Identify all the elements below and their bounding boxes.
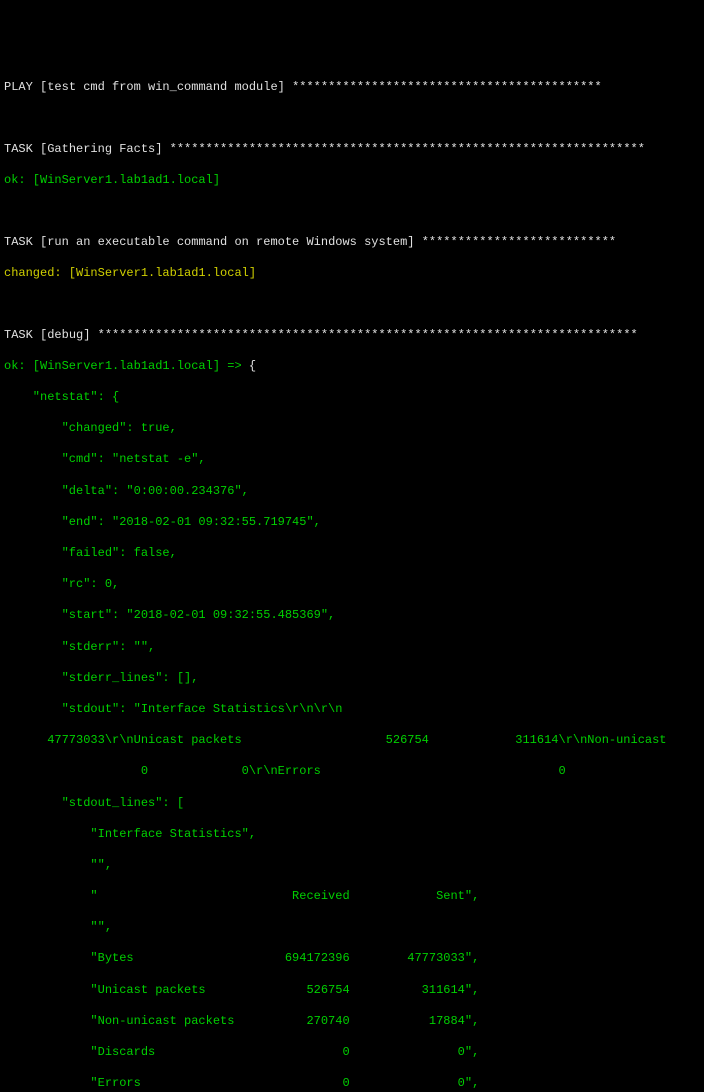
task-status-ok: ok: [WinServer1.lab1ad1.local] (4, 173, 700, 189)
stdout-line: "", (4, 858, 700, 874)
task-desc: [debug] (40, 328, 90, 342)
netstat-key: "netstat": { (4, 390, 700, 406)
json-line: "failed": false, (4, 546, 700, 562)
play-desc: [test cmd from win_command module] (40, 80, 285, 94)
stars: ****************************************… (292, 80, 602, 94)
json-line: 47773033\r\nUnicast packets 526754 31161… (4, 733, 700, 749)
stdout-line: "Non-unicast packets 270740 17884", (4, 1014, 700, 1030)
task-label: TASK (4, 142, 33, 156)
play-label: PLAY (4, 80, 33, 94)
json-line: "changed": true, (4, 421, 700, 437)
terminal-output: PLAY [test cmd from win_command module] … (4, 64, 700, 1092)
json-line: "stdout_lines": [ (4, 796, 700, 812)
json-line: "delta": "0:00:00.234376", (4, 484, 700, 500)
stars: ****************************************… (170, 142, 645, 156)
stdout-line: "Discards 0 0", (4, 1045, 700, 1061)
debug-status: ok: [WinServer1.lab1ad1.local] => (4, 359, 242, 373)
stdout-line: "Errors 0 0", (4, 1076, 700, 1092)
stdout-line: "Interface Statistics", (4, 827, 700, 843)
stars: *************************** (422, 235, 616, 249)
json-line: "end": "2018-02-01 09:32:55.719745", (4, 515, 700, 531)
json-line: "rc": 0, (4, 577, 700, 593)
json-line: "stderr": "", (4, 640, 700, 656)
json-line: 0 0\r\nErrors 0 (4, 764, 700, 780)
task-desc: [run an executable command on remote Win… (40, 235, 414, 249)
json-line: "start": "2018-02-01 09:32:55.485369", (4, 608, 700, 624)
json-line: "stdout": "Interface Statistics\r\n\r\n … (4, 702, 700, 718)
stdout-line: " Received Sent", (4, 889, 700, 905)
task-desc: [Gathering Facts] (40, 142, 162, 156)
json-line: "cmd": "netstat -e", (4, 452, 700, 468)
stars: ****************************************… (98, 328, 638, 342)
brace: { (242, 359, 256, 373)
task-label: TASK (4, 328, 33, 342)
stdout-line: "Bytes 694172396 47773033", (4, 951, 700, 967)
task-status-changed: changed: [WinServer1.lab1ad1.local] (4, 266, 700, 282)
json-line: "stderr_lines": [], (4, 671, 700, 687)
stdout-line: "", (4, 920, 700, 936)
stdout-line: "Unicast packets 526754 311614", (4, 983, 700, 999)
task-label: TASK (4, 235, 33, 249)
